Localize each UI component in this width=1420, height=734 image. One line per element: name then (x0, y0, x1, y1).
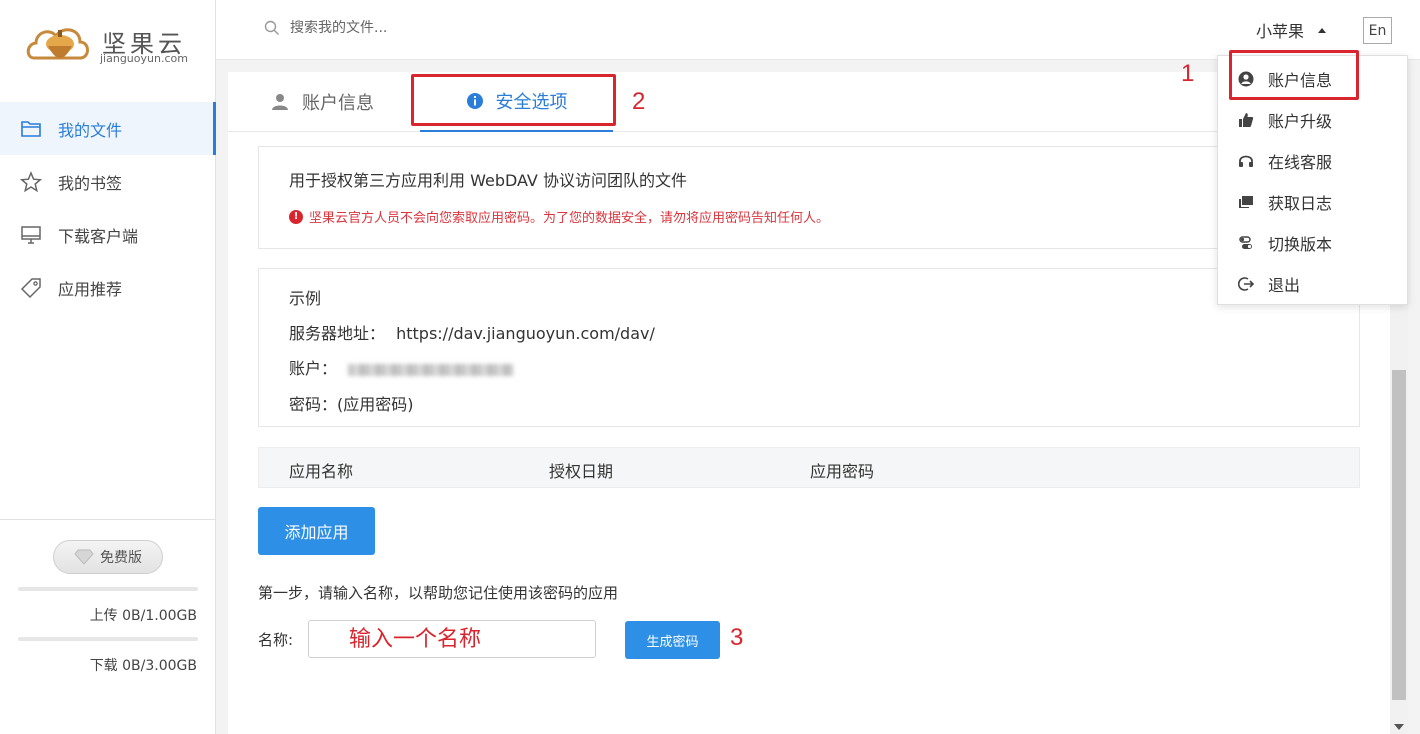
scrollbar-thumb[interactable] (1392, 370, 1406, 700)
server-address-row: 服务器地址： https://dav.jianguoyun.com/dav/ (289, 320, 655, 344)
sidebar-item-my-files[interactable]: 我的文件 (0, 102, 216, 155)
plan-button[interactable]: 免费版 (53, 540, 163, 574)
sidebar-item-app-recommend[interactable]: 应用推荐 (0, 261, 216, 314)
security-warning: ! 坚果云官方人员不会向您索取应用密码。为了您的数据安全，请勿将应用密码告知任何… (289, 207, 829, 226)
sidebar-item-label: 我的书签 (58, 173, 123, 193)
sidebar-item-label: 应用推荐 (58, 279, 123, 299)
webdav-description: 用于授权第三方应用利用 WebDAV 协议访问团队的文件 (289, 171, 687, 190)
menu-item-logout[interactable]: 退出 (1218, 263, 1409, 304)
sidebar-divider (0, 519, 216, 520)
tab-account-info[interactable]: 账户信息 (270, 72, 374, 132)
column-auth-date: 授权日期 (549, 462, 614, 481)
sidebar-item-label: 下载客户端 (58, 226, 139, 246)
name-label: 名称: (258, 631, 294, 649)
diamond-icon (74, 549, 94, 565)
thumbs-up-icon (1239, 112, 1254, 127)
menu-item-switch-version[interactable]: 切换版本 (1218, 222, 1409, 263)
logout-icon (1238, 276, 1254, 291)
menu-item-label: 退出 (1268, 275, 1301, 295)
monitor-icon (20, 224, 42, 246)
warning-text: 坚果云官方人员不会向您索取应用密码。为了您的数据安全，请勿将应用密码告知任何人。 (309, 211, 830, 226)
tag-icon (20, 277, 42, 299)
webdav-description-card: 用于授权第三方应用利用 WebDAV 协议访问团队的文件 ! 坚果云官方人员不会… (258, 146, 1360, 249)
headset-icon (1239, 155, 1253, 167)
account-row: 账户： (289, 355, 514, 379)
server-value: https://dav.jianguoyun.com/dav/ (396, 324, 655, 343)
sidebar: 坚果云 jianguoyun.com 我的文件 我的书签 下载客户端 应用推荐 … (0, 0, 216, 734)
user-name: 小苹果 (1256, 22, 1305, 41)
account-label: 账户： (289, 359, 338, 378)
menu-item-label: 切换版本 (1268, 234, 1333, 254)
menu-item-label: 获取日志 (1268, 193, 1333, 213)
user-icon (272, 94, 288, 110)
generate-password-button[interactable]: 生成密码 (625, 621, 720, 659)
annotation-number-1: 1 (1181, 60, 1195, 87)
main-content: 账户信息 安全选项 用于授权第三方应用利用 WebDAV 协议访问团队的文件 !… (228, 72, 1390, 734)
message-icon (1239, 195, 1253, 208)
add-app-button[interactable]: 添加应用 (258, 507, 375, 555)
upload-quota-bar (18, 587, 198, 591)
step-instruction: 第一步，请输入名称，以帮助您记住使用该密码的应用 (258, 584, 619, 602)
sidebar-item-label: 我的文件 (58, 120, 123, 140)
password-row: 密码：(应用密码) (289, 395, 414, 414)
menu-item-upgrade[interactable]: 账户升级 (1218, 99, 1409, 140)
language-button[interactable]: En (1363, 17, 1392, 44)
scroll-down-arrow-icon[interactable] (1394, 724, 1404, 730)
menu-item-get-logs[interactable]: 获取日志 (1218, 181, 1409, 222)
server-label: 服务器地址： (289, 324, 386, 343)
annotation-box-2 (411, 74, 616, 126)
annotation-number-2: 2 (632, 88, 646, 115)
tabs: 账户信息 安全选项 (228, 72, 1390, 132)
logo[interactable]: 坚果云 jianguoyun.com (26, 18, 196, 68)
blurred-account-value (348, 363, 514, 376)
sidebar-nav: 我的文件 我的书签 下载客户端 应用推荐 (0, 102, 216, 314)
column-app-password: 应用密码 (810, 462, 875, 481)
tab-label: 账户信息 (302, 93, 374, 114)
warning-icon: ! (289, 209, 303, 224)
sidebar-item-download-client[interactable]: 下载客户端 (0, 208, 216, 261)
upload-quota-text: 上传 0B/1.00GB (89, 608, 197, 624)
brand-domain: jianguoyun.com (100, 52, 188, 65)
menu-item-label: 在线客服 (1268, 152, 1333, 172)
annotation-number-3: 3 (730, 624, 744, 651)
download-quota-bar (18, 637, 198, 641)
menu-item-label: 账户升级 (1268, 111, 1333, 131)
app-table-header: 应用名称 授权日期 应用密码 (258, 447, 1360, 488)
sidebar-item-bookmarks[interactable]: 我的书签 (0, 155, 216, 208)
folder-icon (20, 118, 42, 140)
annotation-box-1 (1229, 50, 1359, 100)
star-icon (20, 170, 42, 193)
download-quota-text: 下载 0B/3.00GB (89, 658, 197, 674)
column-app-name: 应用名称 (289, 462, 354, 481)
search-icon (264, 20, 279, 35)
search-input[interactable] (290, 20, 590, 36)
example-card: 示例 服务器地址： https://dav.jianguoyun.com/dav… (258, 268, 1360, 427)
example-title: 示例 (289, 289, 322, 308)
plan-label: 免费版 (100, 550, 142, 566)
acorn-logo-icon (26, 28, 89, 60)
toggle-icon (1239, 235, 1252, 249)
search-box (264, 20, 590, 36)
scrollbar[interactable] (1390, 304, 1408, 734)
caret-up-icon (1318, 27, 1327, 33)
app-name-input[interactable] (308, 620, 596, 658)
menu-item-online-support[interactable]: 在线客服 (1218, 140, 1409, 181)
user-menu-toggle[interactable]: 小苹果 (1256, 18, 1327, 42)
